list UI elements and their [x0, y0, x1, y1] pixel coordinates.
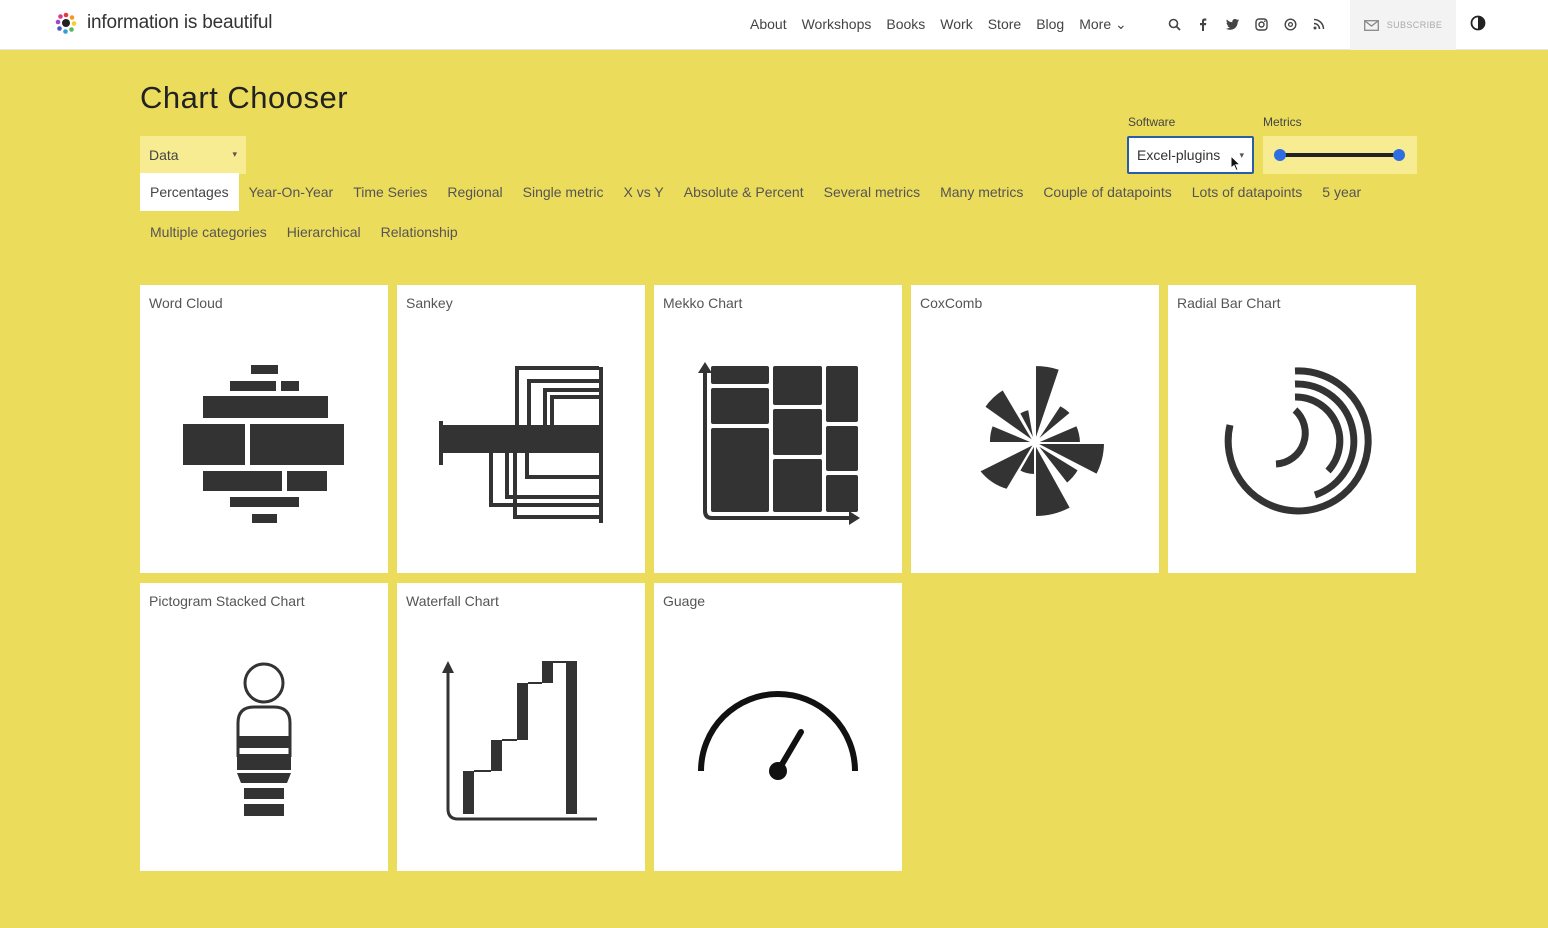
nav-store[interactable]: Store	[988, 16, 1021, 33]
subscribe-button[interactable]: SUBSCRIBE	[1350, 0, 1456, 50]
metrics-label: Metrics	[1263, 115, 1302, 129]
chart-card-radial-bar-chart[interactable]: Radial Bar Chart	[1168, 285, 1416, 573]
mouse-cursor-icon	[1230, 155, 1242, 172]
software-select-value: Excel-plugins	[1137, 147, 1221, 163]
data-select[interactable]: Data ▾	[140, 136, 246, 174]
slider-handle-min[interactable]	[1274, 149, 1286, 161]
nav-work[interactable]: Work	[940, 16, 972, 33]
card-title: Word Cloud	[149, 295, 223, 311]
data-select-value: Data	[149, 147, 179, 163]
card-title: CoxComb	[920, 295, 983, 311]
gauge-icon	[698, 691, 858, 780]
tab-time-series[interactable]: Time Series	[343, 173, 437, 211]
page-title: Chart Chooser	[140, 80, 349, 115]
nav-blog[interactable]: Blog	[1036, 16, 1064, 33]
radial-bar-chart-icon	[1224, 367, 1372, 515]
tab-5-year[interactable]: 5 year	[1312, 173, 1371, 211]
card-title: Sankey	[406, 295, 453, 311]
top-navigation-bar: information is beautiful About Workshops…	[0, 0, 1548, 50]
card-title: Waterfall Chart	[406, 593, 499, 609]
facebook-icon[interactable]	[1195, 14, 1211, 34]
pictogram-stacked-icon	[236, 662, 292, 816]
software-label: Software	[1128, 115, 1176, 129]
tab-year-on-year[interactable]: Year-On-Year	[239, 173, 344, 211]
nav-books[interactable]: Books	[886, 16, 925, 33]
nav-about[interactable]: About	[750, 16, 787, 33]
nav-workshops[interactable]: Workshops	[802, 16, 872, 33]
site-logo[interactable]: information is beautiful	[54, 11, 273, 35]
category-tabs-row-1: Percentages Year-On-Year Time Series Reg…	[140, 173, 1371, 211]
caret-down-icon: ▾	[232, 149, 237, 159]
logo-text: information is beautiful	[87, 12, 273, 33]
category-tabs-row-2: Multiple categories Hierarchical Relatio…	[140, 213, 468, 251]
tab-percentages[interactable]: Percentages	[140, 173, 239, 211]
mekko-chart-icon	[698, 362, 860, 525]
tab-single-metric[interactable]: Single metric	[513, 173, 614, 211]
chart-card-waterfall-chart[interactable]: Waterfall Chart	[397, 583, 645, 871]
word-cloud-icon	[183, 365, 344, 523]
tab-absolute-percent[interactable]: Absolute & Percent	[674, 173, 814, 211]
tab-regional[interactable]: Regional	[437, 173, 512, 211]
tab-many-metrics[interactable]: Many metrics	[930, 173, 1033, 211]
tab-couple-of-datapoints[interactable]: Couple of datapoints	[1033, 173, 1181, 211]
tab-multiple-categories[interactable]: Multiple categories	[140, 213, 277, 251]
card-title: Radial Bar Chart	[1177, 295, 1281, 311]
waterfall-chart-icon	[442, 661, 597, 821]
envelope-icon	[1363, 19, 1379, 31]
tab-x-vs-y[interactable]: X vs Y	[614, 173, 674, 211]
instagram-icon[interactable]	[1253, 14, 1269, 34]
social-icons	[1166, 14, 1327, 34]
flower-logo-icon	[55, 12, 77, 34]
threads-icon[interactable]	[1282, 14, 1298, 34]
chart-card-sankey[interactable]: Sankey	[397, 285, 645, 573]
tab-lots-of-datapoints[interactable]: Lots of datapoints	[1182, 173, 1313, 211]
chart-card-mekko-chart[interactable]: Mekko Chart	[654, 285, 902, 573]
slider-handle-max[interactable]	[1393, 149, 1405, 161]
tab-several-metrics[interactable]: Several metrics	[814, 173, 930, 211]
subscribe-label: SUBSCRIBE	[1386, 20, 1443, 30]
chart-card-coxcomb[interactable]: CoxComb	[911, 285, 1159, 573]
tab-hierarchical[interactable]: Hierarchical	[277, 213, 371, 251]
tab-relationship[interactable]: Relationship	[371, 213, 468, 251]
nav-more[interactable]: More ⌄	[1079, 16, 1127, 33]
card-title: Mekko Chart	[663, 295, 743, 311]
chart-card-gauge[interactable]: Guage	[654, 583, 902, 871]
twitter-icon[interactable]	[1224, 14, 1240, 34]
coxcomb-icon	[977, 363, 1107, 519]
sankey-icon	[439, 366, 603, 523]
chart-card-word-cloud[interactable]: Word Cloud	[140, 285, 388, 573]
search-icon[interactable]	[1166, 14, 1182, 34]
slider-track	[1280, 153, 1399, 157]
card-title: Pictogram Stacked Chart	[149, 593, 305, 609]
main-nav: About Workshops Books Work Store Blog Mo…	[750, 16, 1127, 33]
chart-card-pictogram-stacked-chart[interactable]: Pictogram Stacked Chart	[140, 583, 388, 871]
rss-icon[interactable]	[1311, 14, 1327, 34]
contrast-toggle-icon[interactable]	[1470, 15, 1486, 31]
metrics-range-slider[interactable]	[1263, 136, 1417, 174]
card-title: Guage	[663, 593, 706, 609]
